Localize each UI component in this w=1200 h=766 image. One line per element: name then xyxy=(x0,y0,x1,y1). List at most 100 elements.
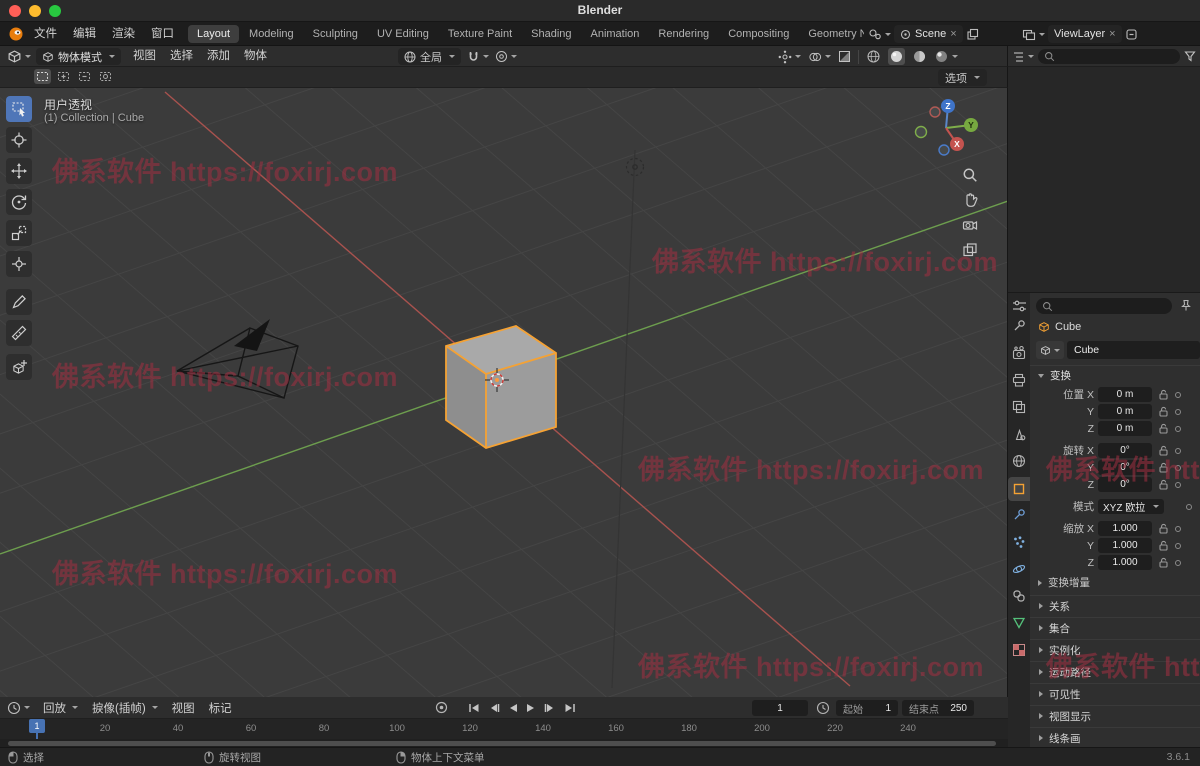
orientation-dropdown[interactable]: 全局 xyxy=(398,48,461,65)
scene-name-field[interactable]: Scene × xyxy=(894,25,963,43)
rotation-z-field[interactable]: 0° xyxy=(1098,477,1152,492)
section-viewport-display[interactable]: 视图显示 xyxy=(1030,705,1200,726)
viewlayer-name-field[interactable]: ViewLayer × xyxy=(1048,25,1122,43)
tab-layout[interactable]: Layout xyxy=(188,25,240,43)
ortho-toggle-icon[interactable] xyxy=(961,241,979,259)
select-mode-subtract-icon[interactable] xyxy=(76,69,93,84)
tab-modeling[interactable]: Modeling xyxy=(240,25,303,43)
animate-decorator-icon[interactable] xyxy=(1175,447,1181,454)
lock-icon[interactable] xyxy=(1159,462,1168,473)
shading-rendered-icon[interactable] xyxy=(934,49,958,64)
tab-particle-properties[interactable] xyxy=(1012,535,1026,549)
tab-geometry-nodes[interactable]: Geometry Nodes xyxy=(799,25,864,43)
tool-select-box[interactable] xyxy=(6,96,32,122)
scene-unlink-icon[interactable]: × xyxy=(950,28,956,40)
rotation-x-field[interactable]: 0° xyxy=(1098,443,1152,458)
animate-decorator-icon[interactable] xyxy=(1186,503,1192,510)
select-mode-intersect-icon[interactable] xyxy=(97,69,114,84)
scene-browse-icon[interactable] xyxy=(868,27,891,41)
tab-compositing[interactable]: Compositing xyxy=(719,25,798,43)
menu-keying[interactable]: 捩像(插帧) xyxy=(85,700,165,716)
scale-y-field[interactable]: 1.000 xyxy=(1098,538,1152,553)
tab-texture-properties[interactable] xyxy=(1012,643,1026,657)
section-visibility[interactable]: 可见性 xyxy=(1030,683,1200,704)
menu-markers[interactable]: 标记 xyxy=(202,700,239,716)
camera-view-icon[interactable] xyxy=(961,216,979,234)
animate-decorator-icon[interactable] xyxy=(1175,525,1181,532)
cube-object[interactable] xyxy=(445,325,557,449)
tool-transform[interactable] xyxy=(6,251,32,277)
menu-window[interactable]: 窗口 xyxy=(143,22,182,46)
editor-type-3dview-icon[interactable] xyxy=(7,49,31,64)
lock-icon[interactable] xyxy=(1159,445,1168,456)
tab-physics-properties[interactable] xyxy=(1012,562,1026,576)
tab-texture-paint[interactable]: Texture Paint xyxy=(439,25,521,43)
menu-edit[interactable]: 编辑 xyxy=(65,22,104,46)
select-mode-new-icon[interactable] xyxy=(34,69,51,84)
mode-dropdown[interactable]: 物体模式 xyxy=(36,48,121,65)
location-y-field[interactable]: 0 m xyxy=(1098,404,1152,419)
animate-decorator-icon[interactable] xyxy=(1175,408,1181,415)
id-browse-icon[interactable] xyxy=(1036,341,1064,359)
current-frame-field[interactable]: 1 xyxy=(752,700,808,716)
tool-measure[interactable] xyxy=(6,320,32,346)
location-x-field[interactable]: 0 m xyxy=(1098,387,1152,402)
tab-viewlayer-properties[interactable] xyxy=(1012,400,1026,414)
rotation-mode-dropdown[interactable]: XYZ 欧拉 xyxy=(1098,499,1164,514)
lock-icon[interactable] xyxy=(1159,540,1168,551)
tab-sculpting[interactable]: Sculpting xyxy=(304,25,367,43)
blender-logo-icon[interactable] xyxy=(8,26,24,42)
tab-constraint-properties[interactable] xyxy=(1012,589,1026,603)
show-overlays-icon[interactable] xyxy=(808,50,831,64)
tab-modifier-properties[interactable] xyxy=(1012,508,1026,522)
next-keyframe-button[interactable] xyxy=(544,703,556,713)
frame-end-field[interactable]: 结束点 250 xyxy=(902,700,974,716)
editor-type-outliner-icon[interactable] xyxy=(1012,50,1034,63)
viewlayer-browse-icon[interactable] xyxy=(1022,27,1045,41)
menu-playback[interactable]: 回放 xyxy=(36,700,85,716)
tool-add-primitive[interactable] xyxy=(6,354,32,380)
show-gizmo-icon[interactable] xyxy=(778,50,801,64)
animate-decorator-icon[interactable] xyxy=(1175,542,1181,549)
play-reverse-button[interactable] xyxy=(508,703,518,713)
section-motion-paths[interactable]: 运动路径 xyxy=(1030,661,1200,682)
viewport-3d[interactable]: 用户透视 (1) Collection | Cube Z Y X xyxy=(0,88,1008,697)
tab-scene-properties[interactable] xyxy=(1012,427,1026,441)
rotation-y-field[interactable]: 0° xyxy=(1098,460,1152,475)
animate-decorator-icon[interactable] xyxy=(1175,464,1181,471)
delta-transform-section[interactable]: 变换增量 xyxy=(1038,575,1090,590)
menu-object[interactable]: 物体 xyxy=(237,46,274,67)
animate-decorator-icon[interactable] xyxy=(1175,425,1181,432)
tool-cursor[interactable] xyxy=(6,127,32,153)
scene-new-icon[interactable] xyxy=(966,28,979,41)
menu-file[interactable]: 文件 xyxy=(26,22,65,46)
playhead[interactable]: 1 xyxy=(29,719,45,733)
tab-shading[interactable]: Shading xyxy=(522,25,580,43)
menu-render[interactable]: 渲染 xyxy=(104,22,143,46)
xray-toggle-icon[interactable] xyxy=(838,50,851,63)
section-relations[interactable]: 关系 xyxy=(1030,595,1200,616)
tab-animation[interactable]: Animation xyxy=(582,25,649,43)
tab-render-properties[interactable] xyxy=(1012,346,1026,360)
properties-search-input[interactable] xyxy=(1036,298,1172,314)
animate-decorator-icon[interactable] xyxy=(1175,481,1181,488)
frame-start-field[interactable]: 起始 1 xyxy=(836,700,898,716)
outliner-search-input[interactable] xyxy=(1038,48,1180,64)
viewport-canvas[interactable] xyxy=(0,88,1008,697)
select-mode-extend-icon[interactable] xyxy=(55,69,72,84)
viewlayer-unlink-icon[interactable]: × xyxy=(1109,28,1115,40)
menu-add[interactable]: 添加 xyxy=(200,46,237,67)
lock-icon[interactable] xyxy=(1159,523,1168,534)
tab-uv-editing[interactable]: UV Editing xyxy=(368,25,438,43)
timeline-scrollbar[interactable] xyxy=(0,739,1008,747)
tool-move[interactable] xyxy=(6,158,32,184)
section-line-art[interactable]: 线条画 xyxy=(1030,727,1200,747)
scale-x-field[interactable]: 1.000 xyxy=(1098,521,1152,536)
use-preview-range-icon[interactable] xyxy=(816,701,830,715)
tab-object-data-properties[interactable] xyxy=(1012,616,1026,629)
pan-hand-icon[interactable] xyxy=(961,191,979,209)
proportional-editing-icon[interactable] xyxy=(495,50,517,63)
section-instancing[interactable]: 实例化 xyxy=(1030,639,1200,660)
snap-magnet-icon[interactable] xyxy=(467,50,489,63)
shading-wireframe-icon[interactable] xyxy=(866,49,881,64)
